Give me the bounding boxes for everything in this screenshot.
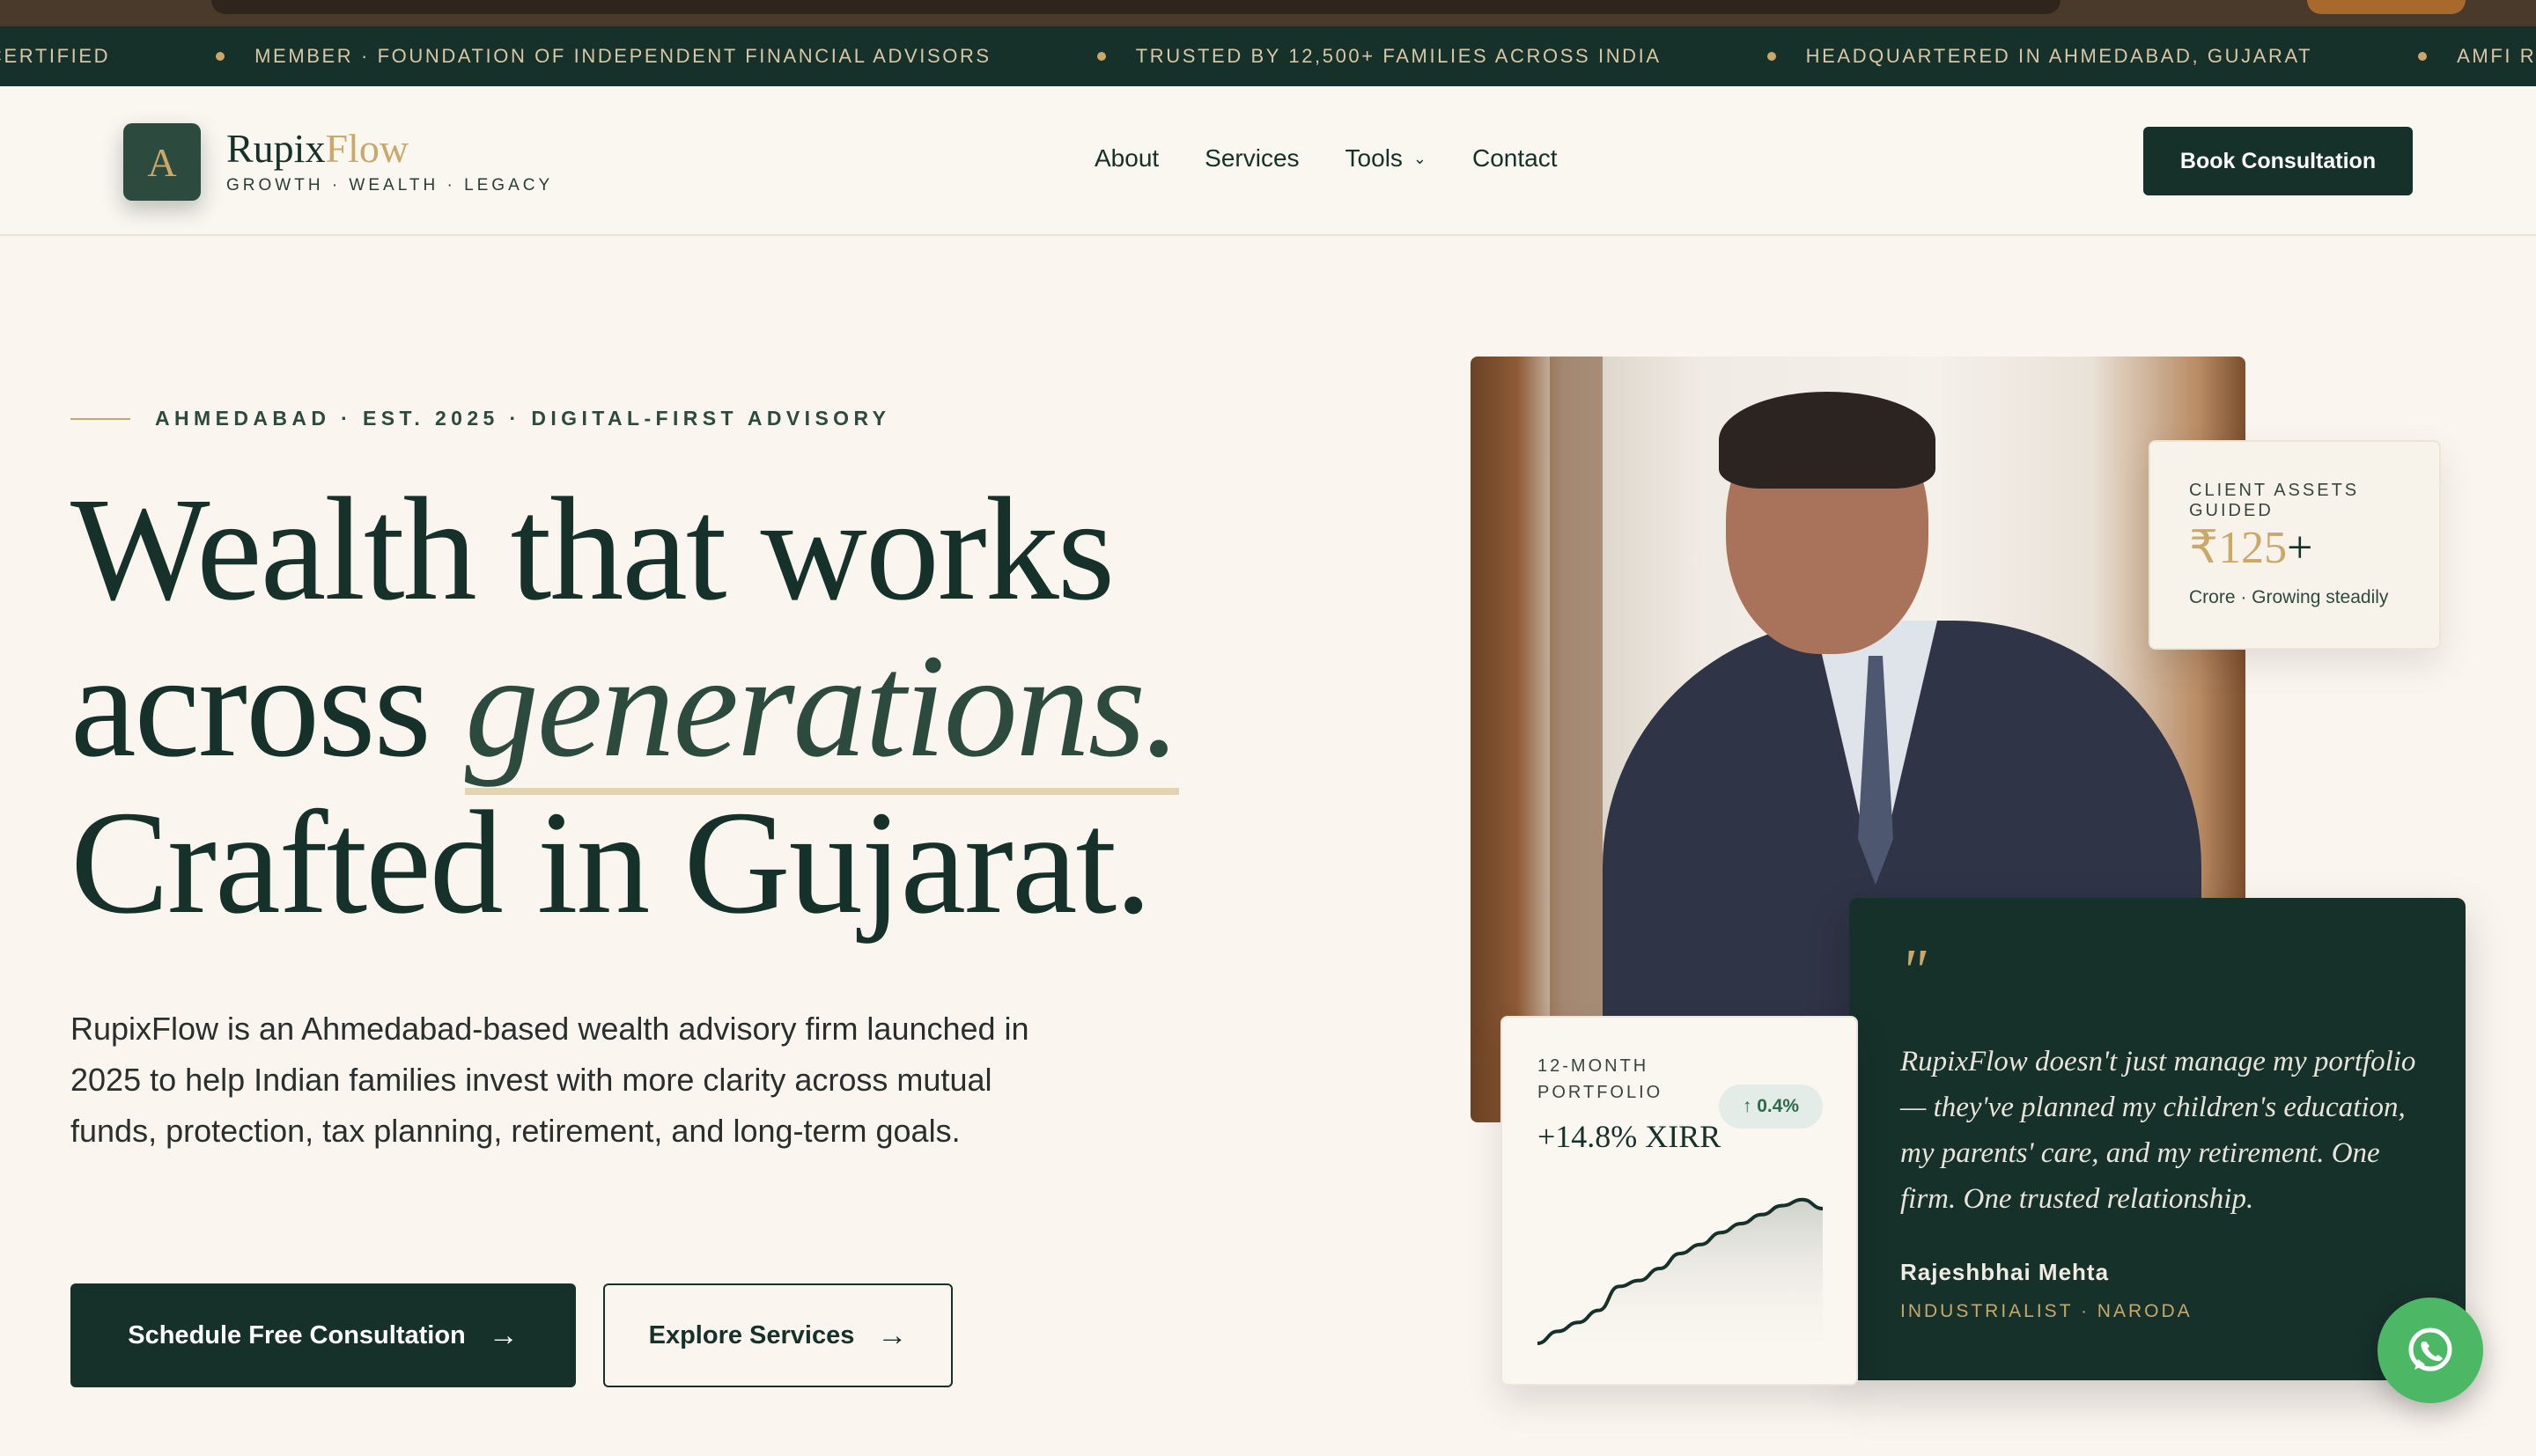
ticker-dot — [1096, 52, 1106, 61]
nav-links: About Services Tools ⌄ Contact — [1095, 144, 1603, 173]
ticker-track: CERTIFIED MEMBER · FOUNDATION OF INDEPEN… — [0, 26, 2536, 86]
logo-mark[interactable]: A — [123, 123, 201, 201]
arrow-right-icon: → — [877, 1318, 908, 1352]
whatsapp-button[interactable] — [2378, 1298, 2483, 1403]
chevron-down-icon: ⌄ — [1412, 149, 1427, 167]
trend-area — [1537, 1199, 1823, 1361]
nav-link-about[interactable]: About — [1095, 144, 1159, 173]
testimonial-name: Rajeshbhai Mehta — [1900, 1259, 2110, 1285]
browser-top-strip — [0, 0, 2536, 26]
hero-lead: RupixFlow is an Ahmedabad-based wealth a… — [70, 1011, 1029, 1149]
portfolio-trend-chart — [1537, 1197, 1823, 1361]
portfolio-performance-card: 12-MONTH PORTFOLIO ↑ 0.4% +14.8% XIRR — [1500, 1016, 1858, 1386]
growth-badge: ↑ 0.4% — [1719, 1085, 1823, 1129]
ticker-item: AMFI REGISTERED — [2312, 45, 2536, 68]
main-navbar: A RupixFlow GROWTH · WEALTH · LEGACY Abo… — [0, 86, 2536, 236]
ticker-item: TRUSTED BY 12,500+ FAMILIES ACROSS INDIA — [992, 45, 1662, 68]
hero-title: Wealth that works across generations. Cr… — [70, 467, 1181, 945]
address-bar — [211, 0, 2060, 14]
whatsapp-icon — [2408, 1327, 2452, 1371]
nav-link-services[interactable]: Services — [1205, 144, 1299, 173]
browser-pill — [2307, 0, 2466, 14]
testimonial-card: " RupixFlow doesn't just manage my portf… — [1849, 898, 2466, 1380]
ticker-dot — [2418, 52, 2428, 61]
announcement-ticker: CERTIFIED MEMBER · FOUNDATION OF INDEPEN… — [0, 26, 2536, 86]
nav-link-tools[interactable]: Tools ⌄ — [1345, 144, 1426, 173]
client-assets-card: CLIENT ASSETS GUIDED ₹125+ Crore · Growi… — [2149, 440, 2441, 650]
ticker-item: HEADQUARTERED IN AHMEDABAD, GUJARAT — [1662, 45, 2312, 68]
explore-services-button[interactable]: Explore Services → — [603, 1283, 953, 1387]
quote-icon: " — [1900, 938, 1927, 1005]
brand-tagline: GROWTH · WEALTH · LEGACY — [226, 176, 554, 195]
eyebrow-line — [70, 417, 130, 420]
schedule-consultation-button[interactable]: Schedule Free Consultation → — [70, 1283, 576, 1387]
xirr-value: +14.8% XIRR — [1537, 1119, 1721, 1154]
arrow-right-icon: → — [488, 1318, 519, 1352]
hero-eyebrow: AHMEDABAD · EST. 2025 · DIGITAL-FIRST AD… — [70, 407, 890, 430]
book-consultation-button[interactable]: Book Consultation — [2143, 127, 2413, 195]
testimonial-text: RupixFlow doesn't just manage my portfol… — [1900, 1046, 2416, 1215]
testimonial-role: INDUSTRIALIST · NARODA — [1900, 1301, 2193, 1321]
hero-title-emphasis: generations. — [464, 624, 1181, 795]
ticker-item: CERTIFIED — [0, 45, 111, 67]
nav-link-contact[interactable]: Contact — [1472, 144, 1558, 173]
ticker-item: MEMBER · FOUNDATION OF INDEPENDENT FINAN… — [110, 45, 992, 68]
assets-value: ₹125+ — [2189, 523, 2313, 573]
ticker-dot — [216, 52, 225, 61]
ticker-dot — [1766, 52, 1776, 61]
brand-name[interactable]: RupixFlow — [226, 125, 409, 172]
